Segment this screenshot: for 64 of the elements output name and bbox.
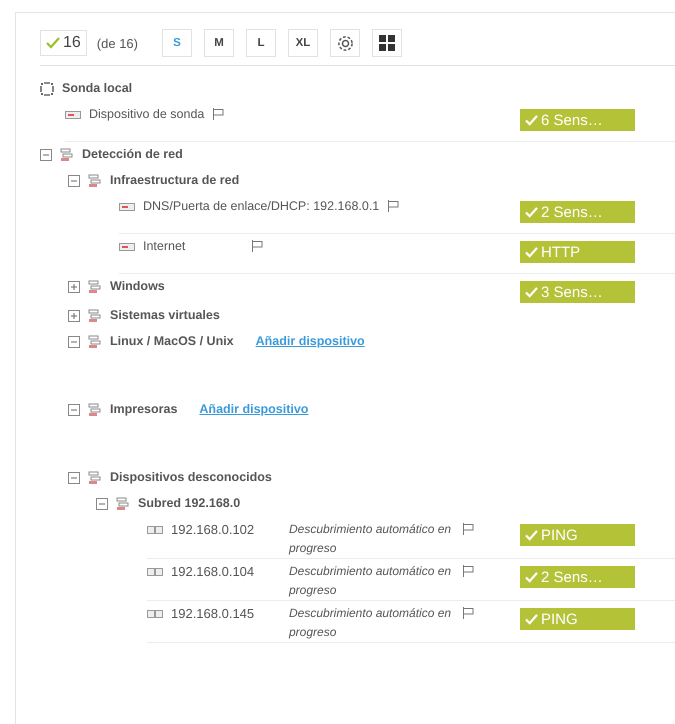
flag-icon[interactable]	[387, 200, 400, 212]
status-text: Descubrimiento automático en progreso	[289, 563, 452, 599]
device-icon	[147, 526, 163, 534]
tree-toggle[interactable]	[96, 498, 108, 510]
device-icon	[147, 610, 163, 618]
group-icon	[88, 174, 102, 188]
tree-toggle[interactable]	[68, 404, 80, 416]
group-icon	[88, 309, 102, 323]
tree-item-label[interactable]: Windows	[110, 279, 165, 293]
status-text: Descubrimiento automático en progreso	[289, 521, 452, 557]
tree-item-label[interactable]: Detección de red	[82, 147, 183, 161]
group-icon	[60, 148, 74, 162]
group-icon	[88, 471, 102, 485]
group-icon	[116, 497, 130, 511]
sensor-count: 16	[40, 30, 87, 56]
tree-item-label[interactable]: Sonda local	[62, 81, 132, 95]
size-button[interactable]: M	[204, 29, 234, 57]
tree-item-label[interactable]: DNS/Puerta de enlace/DHCP: 192.168.0.1	[143, 199, 380, 213]
tree-item-label[interactable]: Dispositivos desconocidos	[110, 470, 272, 484]
check-icon	[525, 530, 538, 540]
tree-toggle[interactable]	[68, 175, 80, 187]
status-text: Descubrimiento automático en progreso	[289, 605, 452, 641]
tree-toggle[interactable]	[68, 472, 80, 484]
tree-item-label[interactable]: 192.168.0.145	[171, 606, 281, 621]
tree-item-label[interactable]: 192.168.0.104	[171, 564, 281, 579]
group-icon	[88, 403, 102, 417]
size-button[interactable]: XL	[288, 29, 318, 57]
flag-icon[interactable]	[251, 240, 263, 252]
size-button[interactable]: L	[246, 29, 276, 57]
tree-item-label[interactable]: Linux / MacOS / Unix	[110, 334, 234, 348]
group-icon	[88, 335, 102, 349]
check-icon	[525, 114, 538, 126]
flag-icon[interactable]	[212, 108, 224, 120]
group-icon	[88, 280, 102, 294]
check-icon	[525, 246, 538, 258]
flag-icon[interactable]	[462, 607, 474, 619]
tree-toggle[interactable]	[68, 310, 80, 322]
tree-item-label[interactable]: Impresoras	[110, 402, 178, 416]
total-count: (de 16)	[96, 36, 138, 50]
device-icon	[65, 111, 81, 119]
probe-icon	[40, 82, 54, 96]
device-icon	[119, 243, 135, 251]
check-icon	[525, 206, 538, 218]
device-icon	[119, 203, 135, 211]
flag-icon[interactable]	[462, 523, 474, 535]
check-icon	[525, 572, 538, 582]
tree-toggle[interactable]	[68, 336, 80, 348]
tree-item-label[interactable]: Subred 192.168.0	[138, 496, 240, 510]
tree-item-label[interactable]: Infraestructura de red	[110, 173, 240, 187]
tree-item-label[interactable]: Dispositivo de sonda	[89, 107, 204, 121]
settings-icon	[336, 34, 354, 52]
flag-icon[interactable]	[462, 565, 474, 577]
tree-toggle[interactable]	[68, 281, 80, 293]
grid-view-button[interactable]	[372, 29, 402, 57]
grid-icon	[379, 35, 395, 51]
tree-item-label[interactable]: 192.168.0.102	[171, 522, 281, 537]
tree-item-label[interactable]: Sistemas virtuales	[110, 308, 220, 322]
check-icon	[525, 614, 538, 624]
check-icon	[525, 286, 538, 298]
tree-item-label[interactable]: Internet	[143, 239, 243, 253]
device-icon	[147, 568, 163, 576]
settings-button[interactable]	[330, 29, 360, 57]
check-icon	[46, 37, 60, 49]
tree-toggle[interactable]	[40, 149, 52, 161]
